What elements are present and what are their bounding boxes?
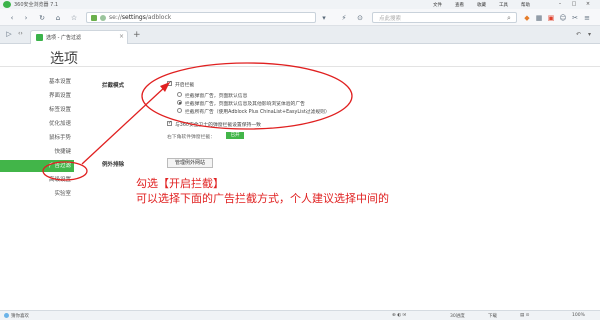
tab-close-icon[interactable]: × xyxy=(119,33,124,40)
status-progress[interactable]: 30进度 xyxy=(450,313,465,319)
new-tab-button[interactable]: + xyxy=(133,30,141,40)
tab-title: 选项 - 广告过滤 xyxy=(46,35,81,41)
search-engine-icon[interactable]: ⊙ xyxy=(356,14,364,22)
annotation-overlay xyxy=(42,62,353,181)
status-zoom[interactable]: 100% xyxy=(572,313,585,318)
annotation-arrow-line xyxy=(81,85,167,165)
dropdown-icon[interactable]: ▾ xyxy=(320,14,328,22)
annotation-line-2: 可以选择下面的广告拦截方式，个人建议选择中间的 xyxy=(136,192,389,205)
tab-favicon-icon xyxy=(36,34,43,41)
recommend-icon xyxy=(4,313,9,318)
gift-icon[interactable]: ▣ xyxy=(547,14,555,22)
status-left-text[interactable]: 猜你喜欢 xyxy=(11,313,29,319)
settings-page: 选项 基本设置 界面设置 标签设置 优化加速 鼠标手势 快捷键 广告过滤 高级设… xyxy=(0,44,600,312)
grid-icon[interactable]: ▦ xyxy=(535,14,543,22)
secure-page-icon xyxy=(91,15,97,21)
title-bar: 360安全浏览器 7.1 文件 查看 收藏 工具 帮助 – □ × xyxy=(0,0,600,9)
close-window-icon[interactable]: × xyxy=(584,1,592,7)
browser-logo-icon xyxy=(3,1,11,8)
maximize-icon[interactable]: □ xyxy=(570,1,578,7)
page-shield-icon xyxy=(100,15,106,21)
star-icon[interactable]: ☆ xyxy=(70,14,78,22)
restore-tab-icon[interactable]: ↶ xyxy=(576,31,581,38)
refresh-icon[interactable]: ↻ xyxy=(38,14,46,22)
user-icon[interactable]: ☺ xyxy=(559,14,567,22)
extension-icon[interactable]: ◆ xyxy=(523,14,531,22)
status-bar: 猜你喜欢 ⊕ ◐ ✉ 30进度 下载 ▤ ⊙ 100% xyxy=(0,310,600,320)
tab-options-adblock[interactable]: 选项 - 广告过滤 × xyxy=(30,30,128,44)
address-bar[interactable]: se://settings/adblock xyxy=(86,12,316,23)
status-download[interactable]: 下载 xyxy=(488,313,497,319)
forward-icon[interactable]: › xyxy=(22,14,30,22)
annotation-line-1: 勾选【开启拦截】 xyxy=(136,177,224,190)
minimize-icon[interactable]: – xyxy=(556,1,564,7)
speed-icon[interactable]: ⚡ xyxy=(340,14,348,22)
search-placeholder: 点此搜索 xyxy=(379,16,402,22)
status-extra-icons[interactable]: ▤ ⊙ xyxy=(520,313,529,318)
url-text: se://settings/adblock xyxy=(109,14,172,21)
menu-tools[interactable]: 工具 xyxy=(499,2,508,8)
menu-view[interactable]: 查看 xyxy=(455,2,464,8)
sidebar-toggle-icon[interactable]: ‹› xyxy=(18,30,23,37)
cut-icon[interactable]: ✂ xyxy=(571,14,579,22)
options-highlight-ellipse xyxy=(141,62,353,130)
menu-icon[interactable]: ≡ xyxy=(583,14,591,22)
home-icon[interactable]: ⌂ xyxy=(54,14,62,22)
menu-file[interactable]: 文件 xyxy=(433,2,442,8)
menu-favorites[interactable]: 收藏 xyxy=(477,2,486,8)
tab-menu-icon[interactable]: ▾ xyxy=(588,31,591,38)
menu-help[interactable]: 帮助 xyxy=(521,2,530,8)
window-title: 360安全浏览器 7.1 xyxy=(14,2,59,8)
status-icons[interactable]: ⊕ ◐ ✉ xyxy=(392,313,406,318)
tab-list-icon[interactable]: ▷ xyxy=(5,30,13,38)
navigation-bar: ‹ › ↻ ⌂ ☆ se://settings/adblock ▾ ⚡ ⊙ 点此… xyxy=(0,9,600,26)
back-icon[interactable]: ‹ xyxy=(8,14,16,22)
search-input[interactable]: 点此搜索 ⌕ xyxy=(372,12,517,23)
tab-bar: ▷ ‹› 选项 - 广告过滤 × + ↶ ▾ xyxy=(0,26,600,44)
search-icon[interactable]: ⌕ xyxy=(507,14,511,23)
adblock-item-highlight-ellipse xyxy=(42,161,88,181)
